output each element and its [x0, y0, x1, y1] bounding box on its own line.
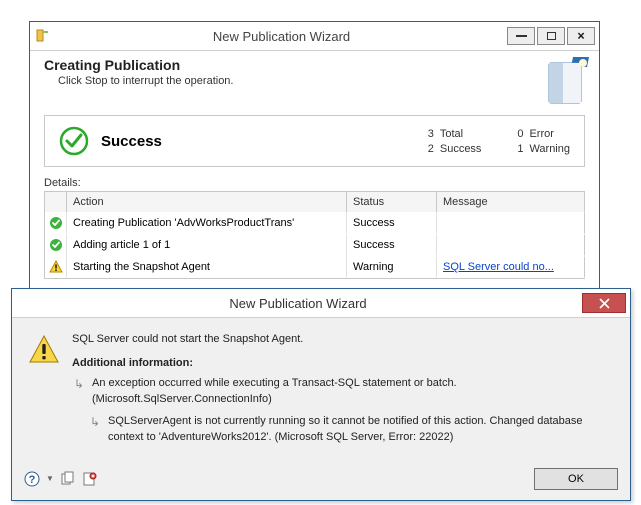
success-icon [59, 126, 89, 156]
stat-total-l: Total [440, 128, 482, 140]
additional-info-title: Additional information: [72, 356, 614, 372]
grid-header-row: Action Status Message [45, 192, 585, 212]
wizard-header-graphic [543, 53, 591, 107]
stat-error-l: Error [529, 128, 570, 140]
dialog-titlebar: New Publication Wizard [12, 289, 630, 318]
app-icon [34, 27, 52, 45]
col-icon-header[interactable] [45, 192, 67, 212]
summary-status-label: Success [101, 133, 408, 150]
dialog-main-message: SQL Server could not start the Snapshot … [72, 332, 614, 348]
cell-action: Creating Publication 'AdvWorksProductTra… [67, 212, 347, 234]
stat-success-l: Success [440, 143, 482, 155]
cell-message [437, 234, 585, 256]
window-title: New Publication Wizard [58, 29, 505, 44]
dialog-footer: ? ▼ OK [12, 462, 630, 500]
cell-status: Success [347, 234, 437, 256]
cell-message [437, 212, 585, 234]
cell-action: Starting the Snapshot Agent [67, 256, 347, 278]
close-button[interactable]: × [567, 27, 595, 45]
col-message-header[interactable]: Message [437, 192, 585, 212]
dialog-close-button[interactable] [582, 293, 626, 313]
stat-error-n: 0 [509, 128, 523, 140]
cell-status: Warning [347, 256, 437, 278]
grid-row[interactable]: Creating Publication 'AdvWorksProductTra… [45, 212, 585, 234]
stat-warning-l: Warning [529, 143, 570, 155]
wizard-heading: Creating Publication [44, 57, 585, 73]
error-dialog: New Publication Wizard SQL Server could … [11, 288, 631, 501]
dialog-body: SQL Server could not start the Snapshot … [12, 318, 630, 462]
message-link[interactable]: SQL Server could no... [443, 261, 554, 273]
stat-total-n: 3 [420, 128, 434, 140]
info-item-nested: SQLServerAgent is not currently running … [90, 414, 614, 446]
svg-text:?: ? [29, 474, 36, 486]
stat-warning-n: 1 [509, 143, 523, 155]
titlebar: New Publication Wizard × [30, 22, 599, 51]
details-icon[interactable] [82, 471, 98, 487]
info-item: An exception occurred while executing a … [74, 376, 614, 408]
details-grid: Action Status Message Creating Publicati… [44, 191, 585, 279]
grid-row[interactable]: Starting the Snapshot Agent Warning SQL … [45, 256, 585, 278]
minimize-button[interactable] [507, 27, 535, 45]
success-icon [49, 216, 63, 230]
maximize-button[interactable] [537, 27, 565, 45]
wizard-header: Creating Publication Click Stop to inter… [30, 51, 599, 107]
summary-stats: 3 Total 2 Success 0 Error 1 Warning [420, 128, 570, 155]
warning-icon [49, 260, 63, 274]
info-tree: An exception occurred while executing a … [72, 376, 614, 446]
help-icon[interactable]: ? [24, 471, 40, 487]
col-action-header[interactable]: Action [67, 192, 347, 212]
wizard-content: Success 3 Total 2 Success 0 Error 1 Warn… [30, 107, 599, 287]
col-status-header[interactable]: Status [347, 192, 437, 212]
dialog-message-area: SQL Server could not start the Snapshot … [72, 332, 614, 452]
wizard-subtitle: Click Stop to interrupt the operation. [58, 75, 585, 87]
dialog-title: New Publication Wizard [16, 296, 580, 311]
cell-action: Adding article 1 of 1 [67, 234, 347, 256]
stat-success-n: 2 [420, 143, 434, 155]
summary-box: Success 3 Total 2 Success 0 Error 1 Warn… [44, 115, 585, 167]
details-label: Details: [44, 177, 585, 189]
grid-row[interactable]: Adding article 1 of 1 Success [45, 234, 585, 256]
warning-icon [28, 334, 60, 366]
ok-button[interactable]: OK [534, 468, 618, 490]
success-icon [49, 238, 63, 252]
dropdown-icon[interactable]: ▼ [46, 474, 54, 483]
copy-icon[interactable] [60, 471, 76, 487]
cell-status: Success [347, 212, 437, 234]
